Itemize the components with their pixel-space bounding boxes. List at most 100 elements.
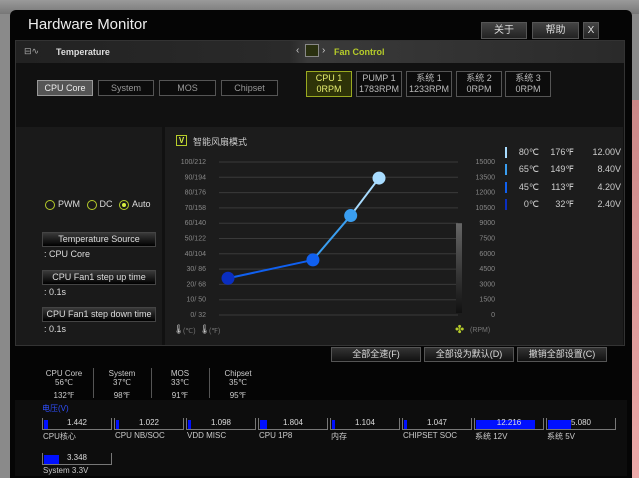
fan-name: CPU 1 bbox=[315, 73, 343, 83]
left-tick-label: 100/212 bbox=[181, 159, 206, 166]
left-tick-label: 10/ 50 bbox=[187, 297, 207, 304]
tab-chipset[interactable]: Chipset bbox=[221, 80, 278, 96]
legend-fahrenheit: 176℉ bbox=[550, 147, 574, 157]
left-tick-label: 30/ 86 bbox=[187, 266, 207, 273]
close-button[interactable]: X bbox=[583, 22, 599, 39]
temp-readout-mos: MOS 33℃ 91℉ bbox=[155, 369, 205, 400]
voltage-bar: 1.104 bbox=[330, 418, 400, 430]
fan-tab-cpu1[interactable]: CPU 1 0RPM bbox=[306, 71, 352, 97]
fan-tab-pump1[interactable]: PUMP 1 1783RPM bbox=[356, 71, 402, 97]
temp-f: 91℉ bbox=[171, 391, 189, 400]
voltage-value: 1.022 bbox=[138, 418, 160, 427]
voltage-name: CPU 1P8 bbox=[259, 431, 293, 440]
temperature-source-button[interactable]: Temperature Source bbox=[42, 232, 156, 247]
left-tick-label: 60/140 bbox=[185, 220, 207, 227]
temp-c: 56℃ bbox=[55, 378, 73, 387]
right-tick-label: 1500 bbox=[479, 297, 495, 304]
tab-mos[interactable]: MOS bbox=[159, 80, 216, 96]
voltage-value: 1.098 bbox=[210, 418, 232, 427]
voltage-title: 电压(V) bbox=[42, 404, 69, 413]
curve-legend: 80℃ 176℉ 12.00V 65℃ 149℉ 8.40V 45℃ 113℉ 4.20V 0℃ 3… bbox=[505, 147, 625, 216]
step-down-time-value: : 0.1s bbox=[44, 324, 67, 334]
right-tick-label: 12000 bbox=[476, 190, 496, 197]
voltage-bar: 3.348 bbox=[42, 453, 112, 465]
voltage-name: 系统 12V bbox=[475, 432, 508, 441]
left-tick-label: 70/158 bbox=[185, 205, 207, 212]
curve-point[interactable] bbox=[344, 209, 358, 223]
voltage-name: CPU核心 bbox=[43, 432, 76, 441]
legend-row: 0℃ 32℉ 2.40V bbox=[505, 198, 625, 216]
voltage-bar: 5.080 bbox=[546, 418, 616, 430]
right-tick-label: 7500 bbox=[479, 236, 495, 243]
left-tick-label: 50/122 bbox=[185, 236, 207, 243]
panel-header: ⊟∿ Temperature ‹ › Fan Control bbox=[16, 41, 624, 63]
fan-settings-pane: PWM DC Auto Temperature Source : CPU Cor… bbox=[16, 127, 162, 345]
temp-readout-cpu-core: CPU Core 56℃ 132℉ bbox=[39, 369, 89, 400]
set-all-default-button[interactable]: 全部设为默认(D) bbox=[424, 347, 514, 362]
fan-tab-sys2[interactable]: 系统 2 0RPM bbox=[456, 71, 502, 97]
undo-all-button[interactable]: 撤销全部设置(C) bbox=[517, 347, 607, 362]
step-up-time-value: : 0.1s bbox=[44, 287, 67, 297]
temp-readout-chipset: Chipset 35℃ 95℉ bbox=[213, 369, 263, 400]
voltage-value: 3.348 bbox=[66, 453, 88, 462]
legend-voltage: 8.40V bbox=[597, 164, 621, 175]
pwm-radio[interactable] bbox=[45, 199, 55, 210]
fan-rpm: 0RPM bbox=[515, 84, 541, 94]
curve-segment bbox=[349, 177, 380, 217]
right-tick-label: 13500 bbox=[476, 174, 496, 181]
left-tick-label: 80/176 bbox=[185, 190, 207, 197]
voltage-name: 内存 bbox=[331, 432, 347, 441]
curve-point[interactable] bbox=[306, 253, 320, 267]
fan-rpm: 0RPM bbox=[466, 84, 492, 94]
legend-celsius: 0℃ bbox=[523, 198, 539, 209]
step-down-time-button[interactable]: CPU Fan1 step down time bbox=[42, 307, 156, 322]
temp-c: 35℃ bbox=[229, 378, 247, 387]
legend-voltage: 12.00V bbox=[592, 147, 621, 157]
fan-rpm: 1783RPM bbox=[358, 84, 400, 94]
help-button[interactable]: 帮助 bbox=[532, 22, 579, 39]
divider bbox=[151, 368, 152, 398]
pwm-label: PWM bbox=[58, 199, 80, 209]
voltage-bar: 12.216 bbox=[474, 418, 544, 430]
fan-rpm: 1233RPM bbox=[408, 84, 450, 94]
voltage-value: 1.047 bbox=[426, 418, 448, 427]
next-arrow[interactable]: › bbox=[322, 45, 325, 56]
temperature-graph-icon: ⊟∿ bbox=[24, 46, 40, 56]
prev-arrow[interactable]: ‹ bbox=[296, 45, 299, 56]
right-tick-label: 6000 bbox=[479, 251, 495, 258]
right-tick-label: 15000 bbox=[476, 159, 496, 166]
full-speed-all-button[interactable]: 全部全速(F) bbox=[331, 347, 421, 362]
fan-rpm: 0RPM bbox=[316, 84, 342, 94]
main-panel: ⊟∿ Temperature ‹ › Fan Control CPU Core … bbox=[15, 40, 625, 346]
divider bbox=[209, 368, 210, 398]
auto-radio[interactable] bbox=[119, 199, 130, 210]
fan-name: 系统 3 bbox=[515, 73, 541, 83]
legend-swatch bbox=[505, 181, 507, 193]
temp-c: 33℃ bbox=[171, 378, 189, 387]
smart-fan-checkbox[interactable]: V bbox=[176, 135, 187, 146]
fan-name: 系统 2 bbox=[466, 73, 492, 83]
fan-curve-pane: 100/212 15000 90/194 13500 80/176 12000 70/158… bbox=[165, 127, 623, 345]
right-tick-label: 10500 bbox=[476, 205, 496, 212]
temperature-source-value: : CPU Core bbox=[44, 249, 91, 259]
dc-radio[interactable] bbox=[86, 199, 97, 210]
tab-cpu-core[interactable]: CPU Core bbox=[37, 80, 93, 96]
temp-name: CPU Core bbox=[45, 369, 83, 378]
fan-tab-sys1[interactable]: 系统 1 1233RPM bbox=[406, 71, 452, 97]
voltage-name: 系统 5V bbox=[547, 432, 576, 441]
about-button[interactable]: 关于 bbox=[481, 22, 527, 39]
curve-point[interactable] bbox=[372, 171, 386, 185]
fan-tab-sys3[interactable]: 系统 3 0RPM bbox=[505, 71, 551, 97]
right-tick-label: 3000 bbox=[479, 281, 495, 288]
temp-f: 95℉ bbox=[229, 391, 247, 400]
tab-system[interactable]: System bbox=[98, 80, 154, 96]
temp-name: Chipset bbox=[224, 369, 252, 378]
fahrenheit-label: (℉) bbox=[209, 328, 221, 335]
voltage-value: 1.804 bbox=[282, 418, 304, 427]
step-up-time-button[interactable]: CPU Fan1 step up time bbox=[42, 270, 156, 285]
voltage-value: 12.216 bbox=[496, 418, 522, 427]
celsius-label: (℃) bbox=[183, 328, 196, 335]
fan-name: PUMP 1 bbox=[362, 73, 396, 83]
curve-segment bbox=[312, 214, 352, 261]
curve-point[interactable] bbox=[221, 271, 235, 285]
